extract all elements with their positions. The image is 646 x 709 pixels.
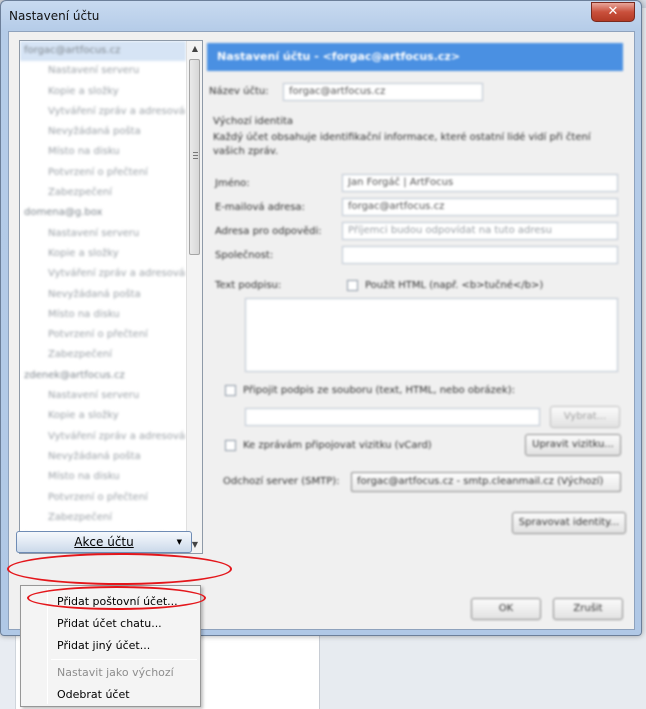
use-html-label: Použít HTML (např. <b>tučné</b>) — [365, 280, 544, 291]
attach-vcard-label: Ke zprávám připojovat vizitku (vCard) — [243, 440, 432, 451]
menu-item-remove-account[interactable]: Odebrat účet — [57, 688, 130, 701]
signature-label: Text podpisu: — [215, 280, 282, 291]
account-settings-pane: Nastavení účtu - <forgac@artfocus.cz> Ná… — [207, 40, 627, 620]
organization-field[interactable] — [342, 246, 618, 264]
tree-settings-item[interactable]: Nastavení serveru — [20, 61, 186, 81]
tree-settings-item[interactable]: Nevyžádaná pošta — [20, 285, 186, 305]
background-app-strip — [0, 630, 16, 709]
smtp-label: Odchozí server (SMTP): — [223, 476, 340, 487]
email-label: E-mailová adresa: — [215, 202, 305, 213]
reply-to-label: Adresa pro odpovědi: — [215, 226, 322, 237]
identity-desc-1: Každý účet obsahuje identifikační inform… — [213, 132, 591, 143]
tree-settings-item[interactable]: Vytváření zpráv a adresování — [20, 427, 186, 447]
attach-signature-label: Připojit podpis ze souboru (text, HTML, … — [243, 385, 516, 396]
organization-label: Společnost: — [215, 250, 274, 261]
scroll-thumb[interactable] — [189, 59, 200, 255]
grip-icon — [193, 152, 198, 159]
menu-item-add-other-account[interactable]: Přidat jiný účet... — [57, 639, 150, 652]
tree-settings-item[interactable]: Vytváření zpráv a adresování — [20, 264, 186, 284]
email-field[interactable]: forgac@artfocus.cz — [342, 198, 618, 216]
dropdown-arrow-icon: ▼ — [176, 538, 182, 546]
account-name-field[interactable]: forgac@artfocus.cz — [283, 83, 483, 101]
tree-settings-item[interactable]: Potvrzení o přečtení — [20, 163, 186, 183]
tree-settings-item[interactable]: Nevyžádaná pošta — [20, 122, 186, 142]
menu-separator — [51, 659, 197, 660]
use-html-checkbox[interactable] — [347, 280, 358, 291]
signature-text-area[interactable] — [245, 298, 618, 372]
tree-settings-item[interactable]: Zabezpečení — [20, 345, 186, 365]
tree-account-item[interactable]: forgac@artfocus.cz — [20, 41, 186, 62]
edit-card-button[interactable]: Upravit vizitku... — [525, 434, 621, 456]
attach-vcard-checkbox[interactable] — [225, 440, 236, 451]
account-tree-items: forgac@artfocus.cz Nastavení serveru Kopie… — [20, 41, 186, 553]
menu-item-set-as-default[interactable]: Nastavit jako výchozí — [57, 666, 174, 679]
highlight-ellipse-account-actions — [7, 553, 232, 585]
account-tree[interactable]: forgac@artfocus.cz Nastavení serveru Kopie… — [19, 40, 203, 554]
title-bar: Nastavení účtu ✕ — [1, 1, 641, 29]
close-button[interactable]: ✕ — [591, 2, 635, 22]
tree-settings-item[interactable]: Místo na disku — [20, 467, 186, 487]
name-field[interactable]: Jan Forgáč | ArtFocus — [342, 174, 618, 192]
tree-settings-item[interactable]: Zabezpečení — [20, 183, 186, 203]
tree-settings-item[interactable]: Potvrzení o přečtení — [20, 325, 186, 345]
tree-settings-item[interactable]: Nastavení serveru — [20, 386, 186, 406]
identity-desc-2: vašich zpráv. — [213, 146, 279, 157]
settings-header: Nastavení účtu - <forgac@artfocus.cz> — [207, 43, 623, 71]
tree-settings-item[interactable]: Místo na disku — [20, 142, 186, 162]
tree-account-item[interactable]: zdenek@artfocus.cz — [20, 366, 186, 386]
identity-title: Výchozí identita — [213, 116, 294, 127]
choose-file-button[interactable]: Vybrat... — [550, 406, 620, 428]
reply-to-field[interactable]: Příjemci budou odpovídat na tuto adresu — [342, 222, 618, 240]
cancel-button[interactable]: Zrušit — [553, 598, 623, 620]
account-actions-label: Akce účtu — [74, 535, 134, 549]
tree-settings-item[interactable]: Zabezpečení — [20, 508, 186, 528]
account-name-label: Název účtu: — [209, 86, 269, 97]
tree-scrollbar[interactable]: ▲ ▼ — [186, 41, 202, 553]
manage-identities-button[interactable]: Spravovat identity... — [512, 512, 626, 534]
name-label: Jméno: — [215, 178, 250, 189]
window-title: Nastavení účtu — [9, 9, 100, 23]
scroll-up-arrow-icon[interactable]: ▲ — [187, 41, 202, 57]
tree-settings-item[interactable]: Nevyžádaná pošta — [20, 447, 186, 467]
tree-settings-item[interactable]: Kopie a složky — [20, 244, 186, 264]
smtp-server-select[interactable]: forgac@artfocus.cz - smtp.cleanmail.cz (… — [351, 472, 621, 492]
tree-settings-item[interactable]: Kopie a složky — [20, 406, 186, 426]
tree-account-item[interactable]: domena@g.box — [20, 203, 186, 223]
ok-button[interactable]: OK — [471, 598, 541, 620]
signature-file-field[interactable] — [245, 408, 540, 426]
tree-settings-item[interactable]: Potvrzení o přečtení — [20, 488, 186, 508]
attach-signature-checkbox[interactable] — [225, 385, 236, 396]
tree-settings-item[interactable]: Nastavení serveru — [20, 224, 186, 244]
account-actions-button[interactable]: Akce účtu ▼ — [16, 531, 192, 553]
tree-settings-item[interactable]: Vytváření zpráv a adresování — [20, 102, 186, 122]
tree-settings-item[interactable]: Kopie a složky — [20, 82, 186, 102]
menu-item-add-chat-account[interactable]: Přidat účet chatu... — [57, 617, 162, 630]
tree-settings-item[interactable]: Místo na disku — [20, 305, 186, 325]
highlight-ellipse-add-mail-account — [27, 586, 206, 610]
